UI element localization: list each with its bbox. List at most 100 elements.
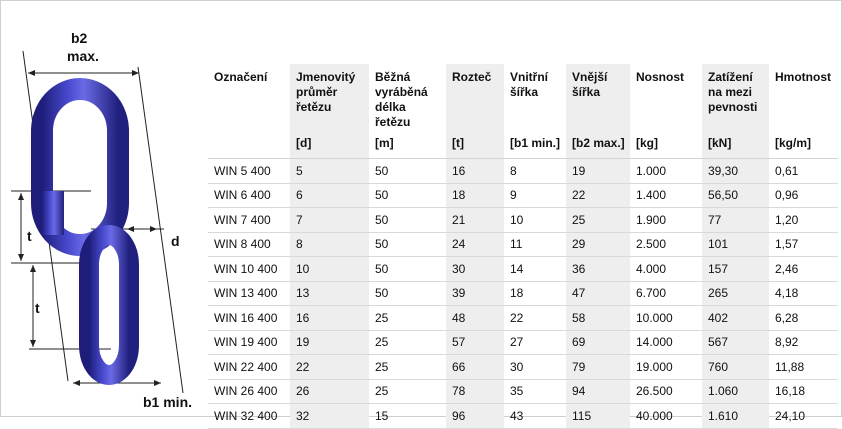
table-cell: 94 <box>566 379 630 404</box>
column-header-unit: [kN] <box>708 136 732 150</box>
table-cell: 19.000 <box>630 354 702 380</box>
table-cell: 56,50 <box>702 183 769 208</box>
table-cell: 77 <box>702 207 769 233</box>
table-cell: 1.400 <box>630 183 702 208</box>
table-cell: WIN 8 400 <box>208 232 290 257</box>
table-cell: 14.000 <box>630 330 702 355</box>
column-header-label: Hmotnost <box>775 70 831 84</box>
table-cell: WIN 22 400 <box>208 354 290 380</box>
table-cell: 57 <box>446 330 504 355</box>
table-cell: 7 <box>290 207 369 233</box>
table-cell: WIN 6 400 <box>208 183 290 208</box>
column-header-label: Označení <box>214 70 268 84</box>
table-row: WIN 19 400 19 25 57 27 69 14.000 567 8,92 <box>208 330 838 355</box>
column-header-label: Jmenovitý průměr řetězu <box>296 70 356 114</box>
table-cell: 157 <box>702 256 769 282</box>
column-header: Jmenovitý průměr řetězu [d] <box>290 64 369 159</box>
table-cell: 1.900 <box>630 207 702 233</box>
table-cell: 19 <box>290 330 369 355</box>
column-header-unit: [b2 max.] <box>572 136 625 150</box>
chain-link-top-overlap <box>42 191 64 235</box>
table-cell: 4,18 <box>769 281 838 306</box>
table-cell: WIN 10 400 <box>208 256 290 282</box>
table-cell: 10 <box>504 207 566 233</box>
column-header-label: Nosnost <box>636 70 684 84</box>
table-cell: 1,20 <box>769 207 838 233</box>
table-cell: 1.610 <box>702 403 769 429</box>
table-cell: 10.000 <box>630 305 702 331</box>
d-label: d <box>171 233 180 249</box>
column-header: Běžná vyráběná délka řetězu [m] <box>369 64 446 159</box>
column-header-label: Běžná vyráběná délka řetězu <box>375 70 428 129</box>
column-header-unit: [m] <box>375 136 394 150</box>
table-cell: 0,96 <box>769 183 838 208</box>
table-cell: 760 <box>702 354 769 380</box>
chain-diagram: b2 max. t t d b1 min. <box>11 30 192 410</box>
table-cell: 50 <box>369 207 446 233</box>
table-row: WIN 22 400 22 25 66 30 79 19.000 760 11,88 <box>208 354 838 380</box>
table-cell: 4.000 <box>630 256 702 282</box>
table-cell: 69 <box>566 330 630 355</box>
table-cell: 27 <box>504 330 566 355</box>
table-cell: 8,92 <box>769 330 838 355</box>
t-upper-label: t <box>27 228 32 244</box>
table-cell: 15 <box>369 403 446 429</box>
table-row: WIN 8 400 8 50 24 11 29 2.500 101 1,57 <box>208 232 838 257</box>
column-header-unit: [kg/m] <box>775 136 811 150</box>
table-cell: 13 <box>290 281 369 306</box>
table-cell: 48 <box>446 305 504 331</box>
table-cell: 16 <box>290 305 369 331</box>
table-row: WIN 7 400 7 50 21 10 25 1.900 77 1,20 <box>208 207 838 233</box>
table-cell: 24,10 <box>769 403 838 429</box>
table-row: WIN 13 400 13 50 39 18 47 6.700 265 4,18 <box>208 281 838 306</box>
t-lower-label: t <box>35 300 40 316</box>
table-cell: WIN 26 400 <box>208 379 290 404</box>
table-cell: 18 <box>446 183 504 208</box>
table-cell: 2,46 <box>769 256 838 282</box>
column-header-unit: [t] <box>452 136 464 150</box>
table-cell: 16 <box>446 158 504 184</box>
column-header: Označení <box>208 64 290 159</box>
table-cell: 25 <box>369 305 446 331</box>
table-cell: 24 <box>446 232 504 257</box>
column-header-unit: [kg] <box>636 136 658 150</box>
table-cell: WIN 16 400 <box>208 305 290 331</box>
table-row: WIN 6 400 6 50 18 9 22 1.400 56,50 0,96 <box>208 183 838 208</box>
table-cell: 50 <box>369 232 446 257</box>
table-cell: 32 <box>290 403 369 429</box>
chain-link-bottom <box>79 225 139 385</box>
column-header-unit <box>214 136 286 158</box>
table-cell: 1,57 <box>769 232 838 257</box>
b2-max-label: max. <box>67 48 99 64</box>
b1-min-label: b1 min. <box>143 394 192 410</box>
table-cell: 22 <box>504 305 566 331</box>
table-cell: 101 <box>702 232 769 257</box>
column-header: Vnitřní šířka [b1 min.] <box>504 64 566 159</box>
table-cell: 39,30 <box>702 158 769 184</box>
table-cell: 26 <box>290 379 369 404</box>
table-cell: 2.500 <box>630 232 702 257</box>
table-cell: 29 <box>566 232 630 257</box>
table-cell: 8 <box>504 158 566 184</box>
table-cell: 30 <box>504 354 566 380</box>
table-cell: 36 <box>566 256 630 282</box>
table-cell: 79 <box>566 354 630 380</box>
page-frame: b2 max. t t d b1 min. Označení Jmenovitý … <box>0 0 842 429</box>
column-header-unit: [b1 min.] <box>510 136 560 150</box>
column-header: Rozteč [t] <box>446 64 504 159</box>
column-header: Nosnost [kg] <box>630 64 702 159</box>
column-header-label: Rozteč <box>452 70 492 84</box>
table-row: WIN 16 400 16 25 48 22 58 10.000 402 6,28 <box>208 305 838 331</box>
column-header-unit: [d] <box>296 136 312 150</box>
table-cell: 50 <box>369 281 446 306</box>
table-cell: 6,28 <box>769 305 838 331</box>
table-cell: 40.000 <box>630 403 702 429</box>
table-row: WIN 32 400 32 15 96 43 115 40.000 1.610 24,10 <box>208 403 838 429</box>
table-cell: 30 <box>446 256 504 282</box>
table-cell: 22 <box>290 354 369 380</box>
table-cell: 35 <box>504 379 566 404</box>
table-cell: 16,18 <box>769 379 838 404</box>
table-cell: 14 <box>504 256 566 282</box>
column-header-label: Vnější šířka <box>572 70 608 99</box>
table-cell: 47 <box>566 281 630 306</box>
